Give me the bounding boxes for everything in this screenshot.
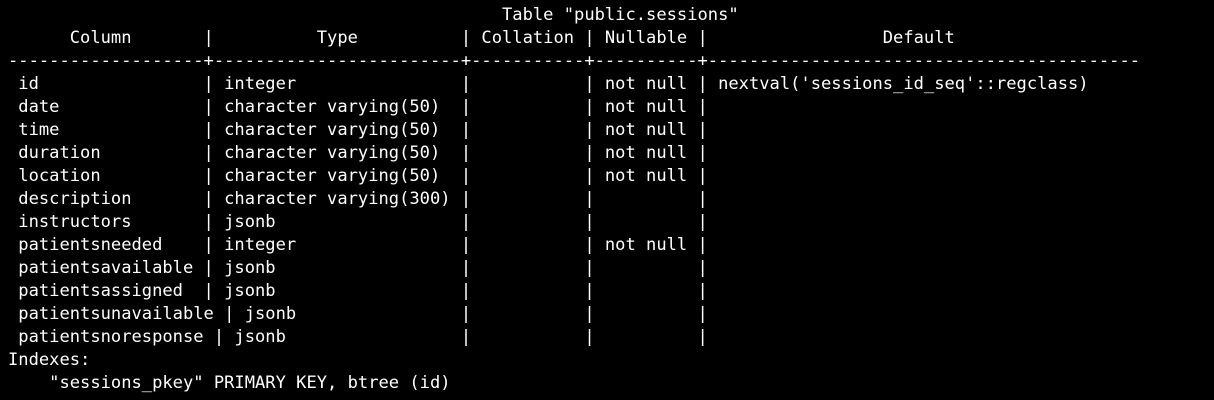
table-row: patientsavailable | jsonb | | | xyxy=(8,258,708,278)
index-entry: "sessions_pkey" PRIMARY KEY, btree (id) xyxy=(8,373,451,393)
table-title: Table "public.sessions" xyxy=(8,5,739,25)
table-row: duration | character varying(50) | | not… xyxy=(8,143,708,163)
header-separator: -------------------+--------------------… xyxy=(8,51,1141,71)
table-row: patientsunavailable | jsonb | | | xyxy=(8,304,708,324)
indexes-heading: Indexes: xyxy=(8,350,91,370)
table-header-row: Column | Type | Collation | Nullable | D… xyxy=(8,28,955,48)
table-row: description | character varying(300) | |… xyxy=(8,189,708,209)
table-row: patientsnoresponse | jsonb | | | xyxy=(8,327,708,347)
table-row: time | character varying(50) | | not nul… xyxy=(8,120,708,140)
table-row: patientsassigned | jsonb | | | xyxy=(8,281,708,301)
table-row: location | character varying(50) | | not… xyxy=(8,166,708,186)
table-row: date | character varying(50) | | not nul… xyxy=(8,97,708,117)
table-row: patientsneeded | integer | | not null | xyxy=(8,235,708,255)
table-row: id | integer | | not null | nextval('ses… xyxy=(8,74,1089,94)
table-row: instructors | jsonb | | | xyxy=(8,212,708,232)
terminal-output: Table "public.sessions" Column | Type | … xyxy=(0,0,1214,400)
